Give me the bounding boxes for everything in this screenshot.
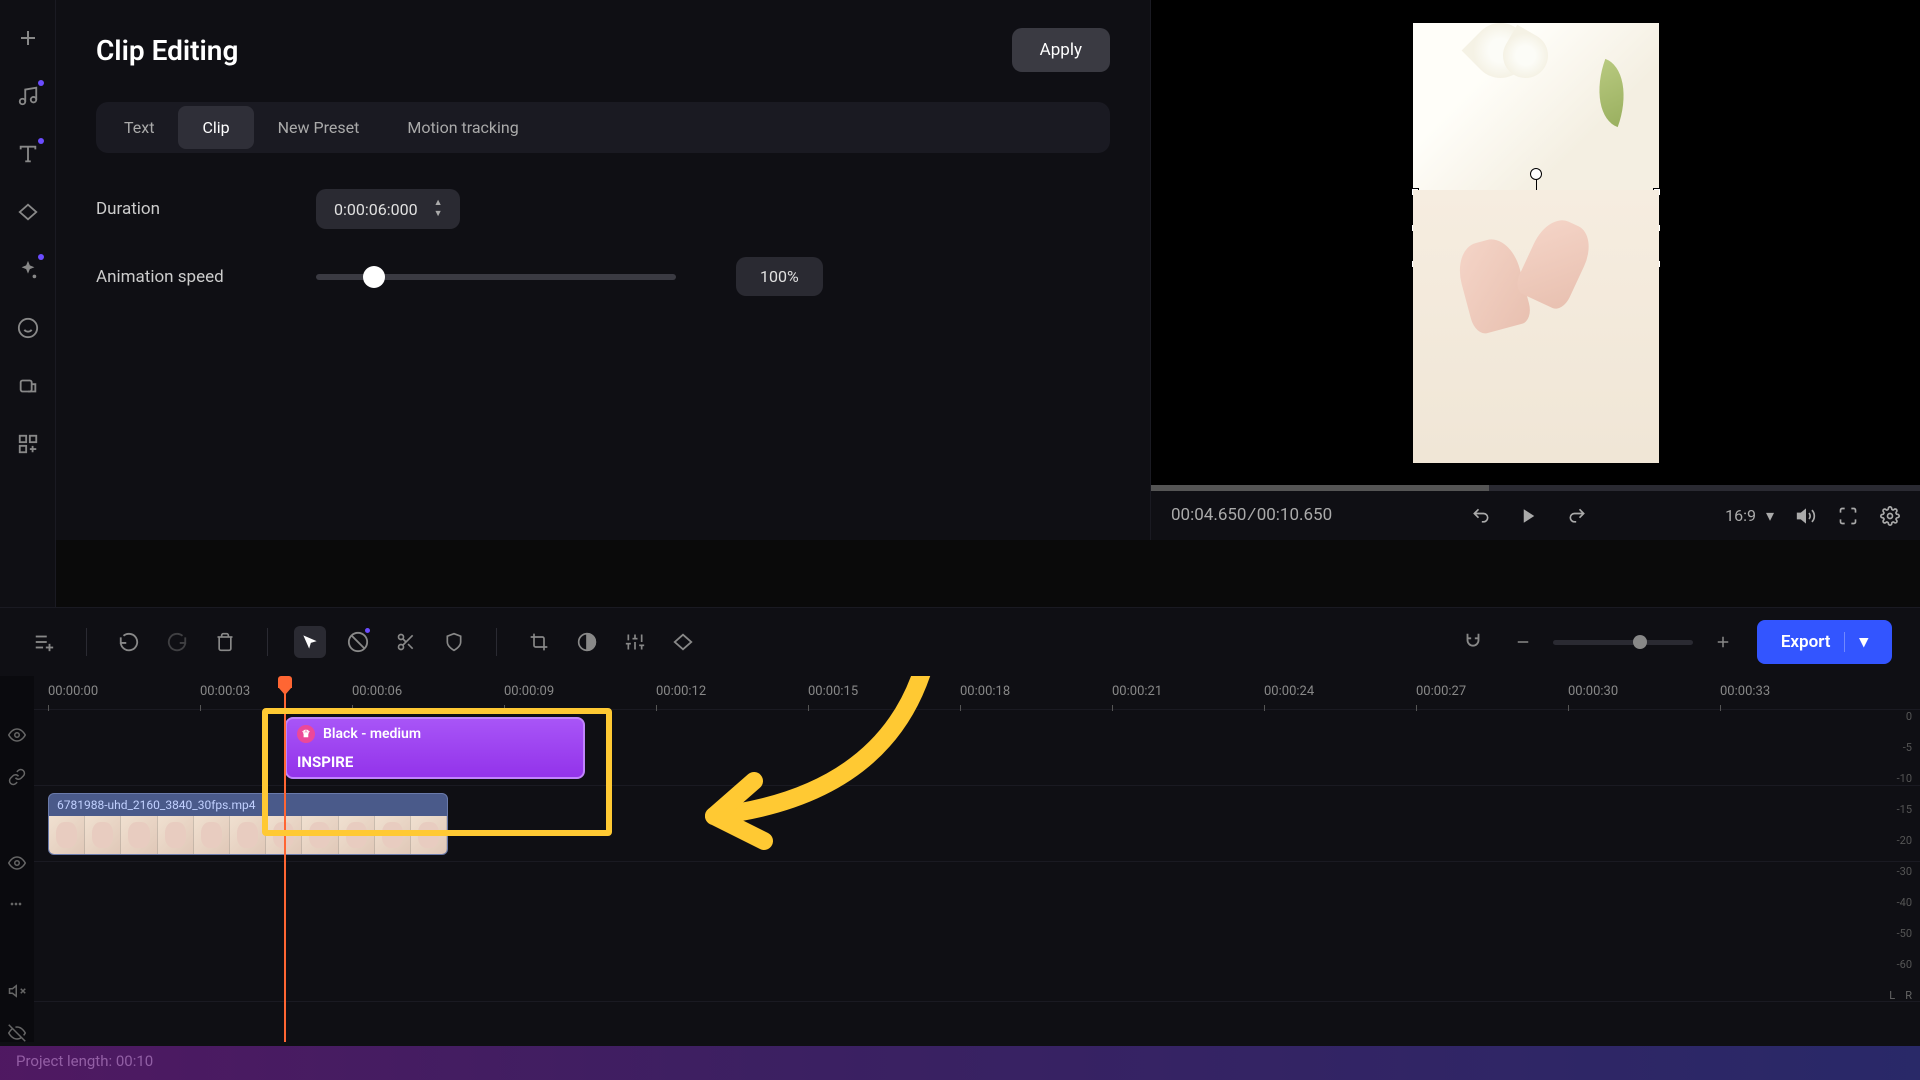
transition-tool-icon[interactable] <box>667 626 699 658</box>
ruler-tick: 00:00:18 <box>960 684 1010 699</box>
tabs: Text Clip New Preset Motion tracking <box>96 102 1110 153</box>
clip-editing-panel: Clip Editing Apply Text Clip New Preset … <box>56 0 1150 540</box>
timeline-ruler[interactable]: 00:00:00 00:00:03 00:00:06 00:00:09 00:00:12… <box>34 676 1920 710</box>
playhead[interactable] <box>284 676 286 1042</box>
panel-title: Clip Editing <box>96 34 238 67</box>
cut-tool-icon[interactable] <box>390 626 422 658</box>
export-chevron-icon[interactable]: ▾ <box>1844 632 1868 652</box>
transition-icon[interactable] <box>14 198 42 226</box>
ruler-tick: 00:00:03 <box>200 684 250 699</box>
clip-text-label: INSPIRE <box>297 753 573 771</box>
text-track[interactable]: ♛ Black - medium INSPIRE <box>34 710 1920 786</box>
contrast-tool-icon[interactable] <box>571 626 603 658</box>
time-display: 00:04.650/00:10.650 <box>1171 505 1332 526</box>
effects-icon[interactable] <box>14 256 42 284</box>
tracks-area[interactable]: 00:00:00 00:00:03 00:00:06 00:00:09 00:00:12… <box>34 676 1920 1042</box>
ruler-tick: 00:00:15 <box>808 684 858 699</box>
speed-slider-thumb[interactable] <box>363 266 385 288</box>
ruler-tick: 00:00:09 <box>504 684 554 699</box>
ruler-tick: 00:00:00 <box>48 684 98 699</box>
undo-icon[interactable] <box>113 626 145 658</box>
zoom-slider[interactable] <box>1553 640 1693 645</box>
aspect-ratio-select[interactable]: 16:9▾ <box>1725 506 1774 525</box>
scrub-bar[interactable] <box>1151 485 1920 491</box>
zoom-in-icon[interactable] <box>1707 626 1739 658</box>
shield-tool-icon[interactable] <box>438 626 470 658</box>
duration-value: 0:00:06:000 <box>334 200 418 219</box>
video-clip-filename: 6781988-uhd_2160_3840_30fps.mp4 <box>57 798 255 812</box>
preview-panel: INSPIRE 00 <box>1150 0 1920 540</box>
video-thumbnails <box>49 816 447 854</box>
cursor-tool-icon[interactable] <box>294 626 326 658</box>
hands-image <box>1453 210 1603 330</box>
restrict-tool-icon[interactable] <box>342 626 374 658</box>
effects-track-icon[interactable] <box>8 896 26 914</box>
volume-icon[interactable] <box>1796 506 1816 526</box>
prev-frame-icon[interactable] <box>1471 506 1491 526</box>
duration-label: Duration <box>96 199 256 219</box>
tab-clip[interactable]: Clip <box>178 106 253 149</box>
music-icon[interactable] <box>14 82 42 110</box>
visibility-icon[interactable] <box>8 726 26 744</box>
ruler-tick: 00:00:24 <box>1264 684 1314 699</box>
rotate-handle[interactable] <box>1530 168 1542 180</box>
gradient-decoration <box>0 1046 1920 1080</box>
export-button[interactable]: Export▾ <box>1757 620 1892 664</box>
speed-slider[interactable] <box>316 274 676 280</box>
next-frame-icon[interactable] <box>1567 506 1587 526</box>
crown-icon: ♛ <box>297 725 315 743</box>
fullscreen-icon[interactable] <box>1838 506 1858 526</box>
grid-icon[interactable] <box>14 430 42 458</box>
apply-button[interactable]: Apply <box>1012 28 1110 72</box>
magnet-icon[interactable] <box>1457 626 1489 658</box>
video-track[interactable]: 6781988-uhd_2160_3840_30fps.mp4 <box>34 786 1920 862</box>
settings-icon[interactable] <box>1880 506 1900 526</box>
aspect-icon[interactable] <box>14 372 42 400</box>
ruler-tick: 00:00:21 <box>1112 684 1162 699</box>
audio-mute-icon[interactable] <box>8 982 26 1000</box>
db-scale: 0-5-10-15-20-30-40-50-60LR <box>1880 710 1920 1002</box>
crop-tool-icon[interactable] <box>523 626 555 658</box>
play-icon[interactable] <box>1519 506 1539 526</box>
chevron-down-icon: ▾ <box>1766 506 1774 525</box>
redo-icon[interactable] <box>161 626 193 658</box>
visibility-icon[interactable] <box>8 854 26 872</box>
audio-track[interactable] <box>34 862 1920 1002</box>
speed-label: Animation speed <box>96 267 256 287</box>
timeline: Export▾ 00:00:00 00:00:03 00:00:06 00:00:09… <box>0 607 1920 1080</box>
text-clip[interactable]: ♛ Black - medium INSPIRE <box>285 717 585 779</box>
ruler-tick: 00:00:27 <box>1416 684 1466 699</box>
add-track-icon[interactable] <box>28 626 60 658</box>
ruler-tick: 00:00:06 <box>352 684 402 699</box>
sidebar <box>0 0 56 607</box>
preview-canvas[interactable]: INSPIRE <box>1151 0 1920 485</box>
video-clip[interactable]: 6781988-uhd_2160_3840_30fps.mp4 <box>48 793 448 855</box>
duration-down-icon[interactable]: ▼ <box>434 210 443 219</box>
clip-badge-label: Black - medium <box>323 726 421 742</box>
zoom-slider-thumb[interactable] <box>1633 635 1647 649</box>
ruler-tick: 00:00:33 <box>1720 684 1770 699</box>
speed-value: 100% <box>736 257 823 296</box>
duration-input[interactable]: 0:00:06:000 ▲ ▼ <box>316 189 460 229</box>
leaf-image <box>1584 58 1637 126</box>
video-frame: INSPIRE <box>1413 23 1659 463</box>
delete-icon[interactable] <box>209 626 241 658</box>
tab-text[interactable]: Text <box>100 106 178 149</box>
tab-motion-tracking[interactable]: Motion tracking <box>383 106 542 149</box>
ruler-tick: 00:00:12 <box>656 684 706 699</box>
emoji-icon[interactable] <box>14 314 42 342</box>
text-icon[interactable] <box>14 140 42 168</box>
adjust-tool-icon[interactable] <box>619 626 651 658</box>
duration-up-icon[interactable]: ▲ <box>434 199 443 208</box>
zoom-out-icon[interactable] <box>1507 626 1539 658</box>
tab-new-preset[interactable]: New Preset <box>254 106 384 149</box>
track-controls <box>0 676 34 1042</box>
hide-icon[interactable] <box>8 1024 26 1042</box>
ruler-tick: 00:00:30 <box>1568 684 1618 699</box>
flower-image <box>1473 13 1553 93</box>
link-icon[interactable] <box>8 768 26 786</box>
add-icon[interactable] <box>14 24 42 52</box>
